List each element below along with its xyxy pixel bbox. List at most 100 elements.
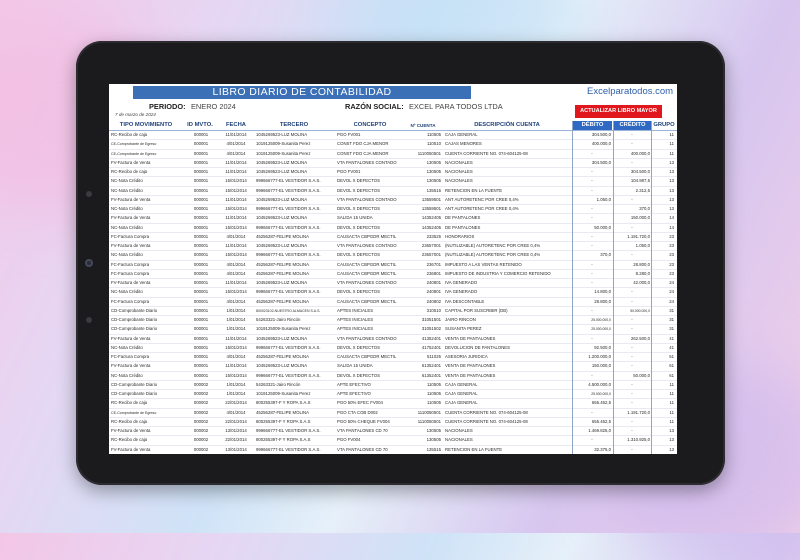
- credito-cell[interactable]: 1.310.925,0: [614, 436, 650, 444]
- tipo-movimiento-cell[interactable]: CE-Comprobante de Egreso: [111, 409, 182, 417]
- id-mvto-cell[interactable]: 000001: [185, 168, 217, 176]
- concepto-cell[interactable]: VTA PANTALONES CD 70: [337, 427, 405, 435]
- table-row[interactable]: CE-Comprobante de Egreso 000002 4/01/2014 4…: [109, 409, 677, 418]
- cuenta-cell[interactable]: 236701: [406, 261, 441, 269]
- tercero-cell[interactable]: 1019125009-Susanita Perez: [256, 325, 334, 333]
- descripcion-cell[interactable]: VENTA DE PANTALONES: [445, 372, 571, 380]
- concepto-cell[interactable]: DEVOL X DEFECTOS: [337, 372, 405, 380]
- fecha-cell[interactable]: 15/01/2014: [219, 251, 253, 259]
- tercero-cell[interactable]: 999666777-EL VESTIDOR S.A.S.: [256, 224, 334, 232]
- cuenta-cell[interactable]: 61352401: [406, 362, 441, 370]
- credito-cell[interactable]: 262.500,0: [614, 335, 650, 343]
- cuenta-cell[interactable]: 110505: [406, 399, 441, 407]
- cuenta-cell[interactable]: 130505: [406, 168, 441, 176]
- tipo-movimiento-cell[interactable]: CE-Comprobante de Egreso: [111, 140, 182, 148]
- cuenta-cell[interactable]: 1110050501: [406, 418, 441, 426]
- grupo-cell[interactable]: 11: [652, 399, 674, 407]
- descripcion-cell[interactable]: ASESORIA JURIDICA: [445, 353, 571, 361]
- debito-cell[interactable]: -: [573, 233, 611, 241]
- id-mvto-cell[interactable]: 000002: [185, 446, 217, 454]
- update-ledger-button[interactable]: ACTUALIZAR LIBRO MAYOR: [575, 105, 662, 118]
- table-row[interactable]: FC-Factura Compra 000001 4/01/2014 45256287…: [109, 353, 677, 363]
- fecha-cell[interactable]: 4/01/2014: [219, 233, 253, 241]
- cuenta-cell[interactable]: 61352401: [406, 372, 441, 380]
- grupo-cell[interactable]: 23: [652, 251, 674, 259]
- cuenta-cell[interactable]: 240801: [406, 288, 441, 296]
- fecha-cell[interactable]: 22/01/2014: [219, 436, 253, 444]
- credito-cell[interactable]: 8.280,0: [614, 270, 650, 278]
- fecha-cell[interactable]: 11/01/2014: [219, 168, 253, 176]
- descripcion-cell[interactable]: NACIONALES: [445, 168, 571, 176]
- table-row[interactable]: CD-Comprobante Diario 000001 1/01/2014 5426…: [109, 316, 677, 326]
- tercero-cell[interactable]: 999666777-EL VESTIDOR S.A.S.: [256, 288, 334, 296]
- tercero-cell[interactable]: 1045269523-LUZ MOLINA: [256, 131, 334, 139]
- tercero-cell[interactable]: 999666777-EL VESTIDOR S.A.S.: [256, 427, 334, 435]
- fecha-cell[interactable]: 11/01/2014: [219, 159, 253, 167]
- table-row[interactable]: FV-Factura de Venta 000002 13/01/2014 99966…: [109, 446, 677, 454]
- table-row[interactable]: FC-Factura Compra 000001 4/01/2014 45256287…: [109, 261, 677, 270]
- concepto-cell[interactable]: CAUSACTA CBPGDR MECTIL: [337, 353, 405, 361]
- credito-cell[interactable]: -: [614, 446, 650, 454]
- concepto-cell[interactable]: VTA PANTALONES CONTADO: [337, 335, 405, 343]
- debito-cell[interactable]: 150.000,0: [573, 362, 611, 370]
- fecha-cell[interactable]: 11/01/2014: [219, 335, 253, 343]
- fecha-cell[interactable]: 15/01/2014: [219, 344, 253, 352]
- tipo-movimiento-cell[interactable]: CD-Comprobante Diario: [111, 381, 182, 389]
- grupo-cell[interactable]: 61: [652, 362, 674, 370]
- descripcion-cell[interactable]: CUENTA CORRIENTE NO. 074-604125-08: [445, 150, 571, 158]
- fecha-cell[interactable]: 22/01/2014: [219, 399, 253, 407]
- cuenta-cell[interactable]: 14352405: [406, 214, 441, 222]
- credito-cell[interactable]: 1.191.720,0: [614, 409, 650, 417]
- concepto-cell[interactable]: PGO FV001: [337, 131, 405, 139]
- credito-cell[interactable]: 370,0: [614, 205, 650, 213]
- table-row[interactable]: FV-Factura de Venta 000001 11/01/2014 10452…: [109, 159, 677, 168]
- tipo-movimiento-cell[interactable]: RC-Recibo de caja: [111, 436, 182, 444]
- descripcion-cell[interactable]: RETENCION EN LA FUENTE: [445, 187, 571, 195]
- id-mvto-cell[interactable]: 000001: [185, 307, 217, 315]
- grupo-cell[interactable]: 23: [652, 261, 674, 269]
- cuenta-cell[interactable]: 130505: [406, 427, 441, 435]
- tercero-cell[interactable]: 1045269523-LUZ MOLINA: [256, 159, 334, 167]
- table-row[interactable]: NC-Nota Crédito 000001 15/01/2014 999666777…: [109, 187, 677, 196]
- tercero-cell[interactable]: 1045269523-LUZ MOLINA: [256, 214, 334, 222]
- column-header[interactable]: CONCEPTO: [336, 121, 404, 130]
- id-mvto-cell[interactable]: 000001: [185, 196, 217, 204]
- cuenta-cell[interactable]: 13559501: [406, 205, 441, 213]
- table-row[interactable]: FV-Factura de Venta 000001 11/01/2014 10452…: [109, 196, 677, 205]
- table-row[interactable]: NC-Nota Crédito 000001 15/01/2014 999666777…: [109, 224, 677, 233]
- tercero-cell[interactable]: 45256287-FELIPE MOLINA: [256, 298, 334, 306]
- id-mvto-cell[interactable]: 000002: [185, 399, 217, 407]
- concepto-cell[interactable]: SALIDA 15 UNIDA: [337, 362, 405, 370]
- id-mvto-cell[interactable]: 000001: [185, 372, 217, 380]
- credito-cell[interactable]: -: [614, 288, 650, 296]
- id-mvto-cell[interactable]: 000002: [185, 381, 217, 389]
- descripcion-cell[interactable]: VENTA DE PANTALONES: [445, 335, 571, 343]
- descripcion-cell[interactable]: JAIRO RINCON: [445, 316, 571, 324]
- fecha-cell[interactable]: 1/01/2014: [219, 381, 253, 389]
- descripcion-cell[interactable]: DEVOLUCION DE PANTALONES: [445, 344, 571, 352]
- credito-cell[interactable]: -: [614, 427, 650, 435]
- debito-cell[interactable]: 14.800,0: [573, 288, 611, 296]
- id-mvto-cell[interactable]: 000001: [185, 131, 217, 139]
- grupo-cell[interactable]: 41: [652, 335, 674, 343]
- tipo-movimiento-cell[interactable]: CE-Comprobante de Egreso: [111, 150, 182, 158]
- grupo-cell[interactable]: 11: [652, 381, 674, 389]
- debito-cell[interactable]: -: [573, 242, 611, 250]
- credito-cell[interactable]: 150.000,0: [614, 214, 650, 222]
- debito-cell[interactable]: -: [573, 205, 611, 213]
- cuenta-cell[interactable]: 135515: [406, 187, 441, 195]
- cuenta-cell[interactable]: 13559501: [406, 196, 441, 204]
- tercero-cell[interactable]: 45256287-FELIPE MOLINA: [256, 353, 334, 361]
- debito-cell[interactable]: -: [573, 187, 611, 195]
- credito-cell[interactable]: -: [614, 325, 650, 333]
- descripcion-cell[interactable]: IMPUESTO A LAS VENTAS RETENIDO: [445, 261, 571, 269]
- credito-cell[interactable]: -: [614, 418, 650, 426]
- tipo-movimiento-cell[interactable]: CD-Comprobante Diario: [111, 307, 182, 315]
- tipo-movimiento-cell[interactable]: FV-Factura de Venta: [111, 279, 182, 287]
- column-header[interactable]: FECHA: [219, 121, 253, 130]
- grupo-cell[interactable]: 24: [652, 288, 674, 296]
- tercero-cell[interactable]: 1045269523-LUZ MOLINA: [256, 279, 334, 287]
- credito-cell[interactable]: 50.000,0: [614, 372, 650, 380]
- table-row[interactable]: NC-Nota Crédito 000001 15/01/2014 999666777…: [109, 288, 677, 298]
- debito-cell[interactable]: 25.000.000,0: [573, 316, 611, 324]
